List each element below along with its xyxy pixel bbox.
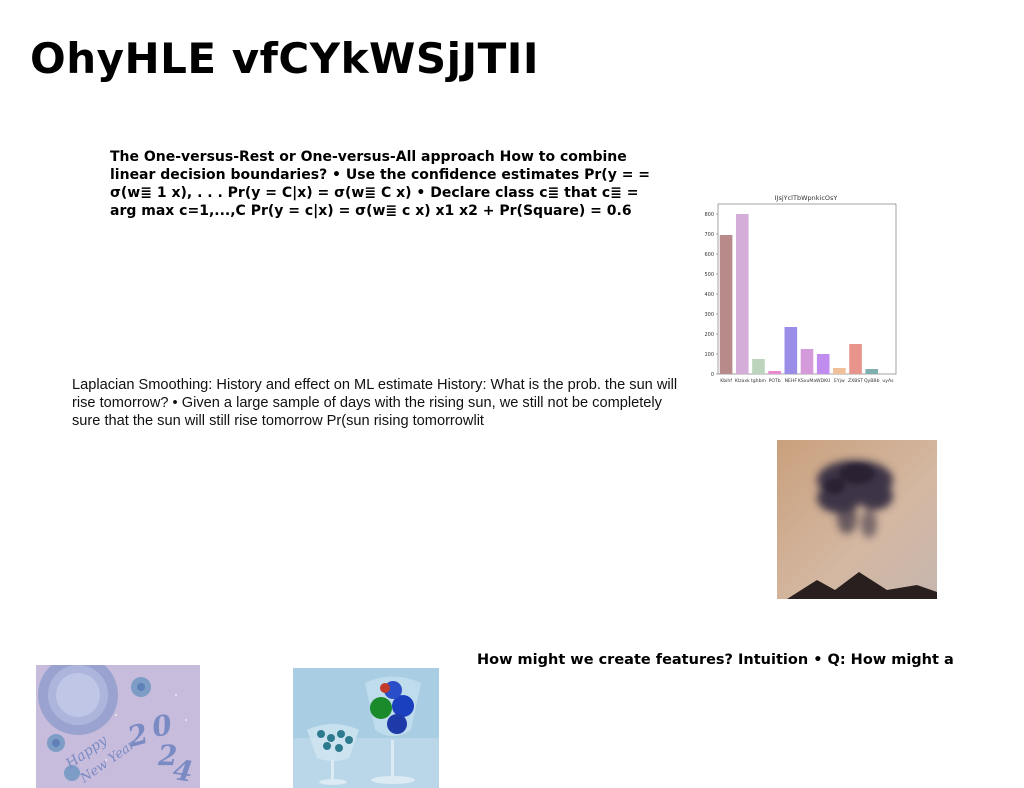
y-tick-label: 800 (704, 212, 714, 218)
y-tick-label: 400 (704, 292, 714, 298)
x-tick-label: uyAs (882, 378, 894, 384)
bar-qybbb (865, 369, 879, 374)
bar-kbihf (719, 235, 733, 374)
y-tick-label: 200 (704, 332, 714, 338)
bar-zxbst (849, 344, 862, 374)
x-tick-label: NEHF (785, 378, 798, 384)
y-tick-label: 500 (704, 272, 714, 278)
x-tick-label: Klzaxk (735, 378, 750, 384)
page-title: OhyHLE vfCYkWSjJTII (30, 34, 540, 83)
bar-tghbm (752, 359, 765, 374)
x-tick-label: ZXBST (848, 378, 863, 384)
ovr-approach-text: The One-versus-Rest or One-versus-All ap… (110, 149, 651, 219)
features-intuition-text: How might we create features? Intuition … (477, 652, 954, 668)
y-tick-label: 0 (711, 372, 714, 378)
bar-ksxuma (800, 349, 814, 374)
x-tick-label: WDKU (816, 378, 830, 384)
x-tick-label: POTb (769, 378, 781, 384)
bar-wdku (816, 354, 830, 374)
bar-eyjw (833, 368, 846, 374)
x-tick-label: EYjw (834, 378, 845, 384)
y-tick-label: 600 (704, 252, 714, 258)
x-tick-label: Kbihf (720, 378, 732, 384)
bar-chart: IJsjYclTbWpnkicOsY 0 100 200 300 400 500 600 70… (704, 194, 897, 384)
bar-klzaxk (735, 214, 749, 374)
chart-title: IJsjYclTbWpnkicOsY (775, 194, 838, 202)
bar-nehf (784, 327, 798, 374)
x-tick-label: KSxuMa (798, 378, 817, 384)
y-tick-label: 700 (704, 232, 714, 238)
smoke-cloud-photo (777, 440, 937, 599)
glass-ornaments-photo (293, 668, 439, 788)
x-tick-label: tghbm (751, 378, 767, 384)
laplacian-smoothing-text: Laplacian Smoothing: History and effect … (72, 377, 678, 429)
new-year-plates-photo: 2 0 2 4 Happy New Year (36, 665, 200, 788)
bar-potb (768, 371, 781, 374)
y-tick-label: 300 (704, 312, 714, 318)
y-tick-label: 100 (704, 352, 714, 358)
x-tick-label: QyBBb (864, 378, 880, 384)
